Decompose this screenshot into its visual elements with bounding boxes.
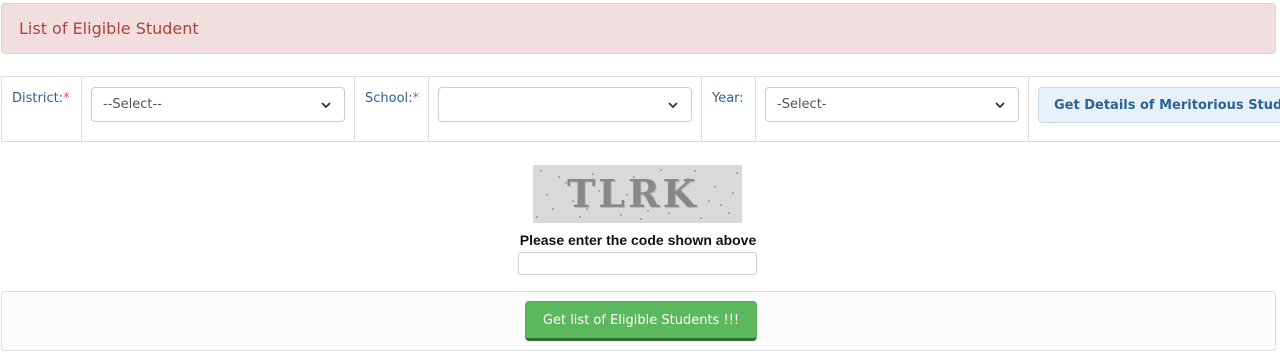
captcha-input[interactable] <box>518 252 757 275</box>
filter-row: District:* --Select-- School:* Year: -Se… <box>1 76 1280 142</box>
year-label: Year: <box>712 91 744 106</box>
school-label-cell: School:* <box>355 77 429 141</box>
school-label: School:* <box>365 91 420 106</box>
district-label: District:* <box>12 91 70 106</box>
get-eligible-students-button[interactable]: Get list of Eligible Students !!! <box>525 301 757 341</box>
page-title: List of Eligible Student <box>19 19 199 38</box>
year-label-cell: Year: <box>702 77 756 141</box>
get-meritorious-details-button[interactable]: Get Details of Meritorious Students <box>1038 87 1280 123</box>
details-button-cell: Get Details of Meritorious Students <box>1029 77 1280 141</box>
district-select-cell: --Select-- <box>82 77 355 141</box>
chevron-down-icon <box>668 102 678 109</box>
action-row: Get list of Eligible Students !!! <box>1 291 1276 351</box>
required-mark: * <box>412 91 420 106</box>
required-mark: * <box>63 91 70 106</box>
year-select-cell: -Select- <box>756 77 1029 141</box>
captcha-code: TLRK <box>567 171 699 216</box>
page-header: List of Eligible Student <box>1 3 1276 54</box>
captcha-image: TLRK <box>533 165 742 223</box>
captcha-prompt: Please enter the code shown above <box>519 232 757 248</box>
school-select[interactable] <box>438 87 692 122</box>
chevron-down-icon <box>321 102 331 109</box>
chevron-down-icon <box>995 102 1005 109</box>
district-label-cell: District:* <box>2 77 82 141</box>
year-select[interactable]: -Select- <box>765 87 1019 122</box>
school-select-cell <box>429 77 702 141</box>
district-select[interactable]: --Select-- <box>91 87 345 122</box>
